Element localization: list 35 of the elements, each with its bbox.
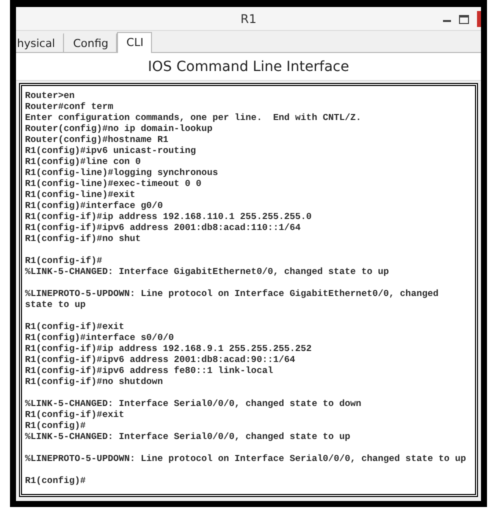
terminal-line: R1(config)#interface g0/0 (25, 200, 163, 211)
terminal-line: R1(config-if)#ipv6 address fe80::1 link-local (25, 365, 274, 376)
terminal-line: %LINK-5-CHANGED: Interface Serial0/0/0, changed state to down (25, 398, 362, 409)
terminal-line: R1(config-line)#exec-timeout 0 0 (25, 178, 202, 189)
tab[interactable]: hysical (16, 33, 64, 52)
terminal-line: R1(config-if)#ipv6 address 2001:db8:acad:90::1/64 (25, 354, 296, 365)
maximize-icon[interactable] (459, 14, 469, 24)
terminal-line: Router(config)#no ip domain-lookup (25, 123, 212, 134)
terminal-line: R1(config-if)# (25, 255, 102, 266)
terminal-line: %LINK-5-CHANGED: Interface Serial0/0/0, changed state to up (25, 431, 350, 442)
terminal-line: R1(config-if)#ip address 192.168.9.1 255.255.255.252 (25, 343, 312, 354)
terminal-line: %LINEPROTO-5-UPDOWN: Line protocol on Interface GigabitEthernet0/0, changed (25, 288, 439, 299)
terminal-line: R1(config)# (25, 420, 86, 431)
window-title: R1 (240, 12, 256, 26)
terminal-line: R1(config-line)#logging synchronous (25, 167, 218, 178)
terminal-line: R1(config-if)#ip address 192.168.110.1 255.255.255.0 (25, 211, 312, 222)
terminal-line: R1(config-if)#no shutdown (25, 376, 163, 387)
terminal-line: R1(config-line)#exit (25, 189, 136, 200)
terminal-line: R1(config-if)#no shut (25, 233, 141, 244)
terminal-line: %LINEPROTO-5-UPDOWN: Line protocol on Interface Serial0/0/0, changed state to up (25, 453, 466, 464)
terminal-line: R1(config)# (25, 475, 86, 486)
terminal-line: R1(config)#line con 0 (25, 156, 141, 167)
terminal-line: R1(config-if)#exit (25, 409, 124, 420)
terminal-line: R1(config-if)#exit (25, 321, 124, 332)
terminal-line: R1(config-if)#ipv6 address 2001:db8:acad:110::1/64 (25, 222, 301, 233)
terminal-line: Router(config)#hostname R1 (25, 134, 168, 145)
terminal-line: R1(config)#ipv6 unicast-routing (25, 145, 196, 156)
terminal-line: state to up (25, 299, 86, 310)
terminal-line: R1(config)#interface s0/0/0 (25, 332, 174, 343)
terminal-line: %LINK-5-CHANGED: Interface GigabitEthernet0/0, changed state to up (25, 266, 389, 277)
terminal-line: Router#conf term (25, 101, 114, 112)
tab[interactable]: CLI (117, 32, 152, 53)
terminal-line: Enter configuration commands, one per line. End with CNTL/Z. (25, 112, 362, 123)
panel-heading: IOS Command Line Interface (16, 53, 481, 81)
terminal-line: Router>en (25, 90, 75, 101)
